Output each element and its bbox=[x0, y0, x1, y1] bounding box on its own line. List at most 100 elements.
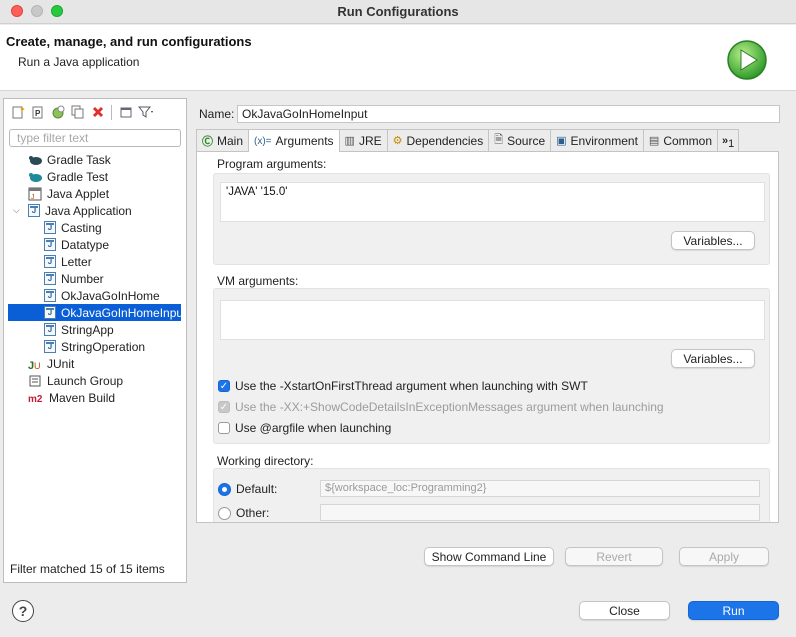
title-bar: Run Configurations bbox=[0, 0, 796, 24]
program-variables-button[interactable]: Variables... bbox=[671, 231, 755, 250]
chevron-down-icon[interactable]: ⌵ bbox=[13, 205, 20, 216]
tree-item-label: Letter bbox=[61, 254, 92, 269]
working-dir-label: Working directory: bbox=[217, 454, 314, 468]
new-prototype-icon: P bbox=[32, 106, 42, 119]
java-class-icon: J bbox=[44, 289, 56, 302]
tree-item-label: Launch Group bbox=[47, 373, 124, 388]
tab-label: Main bbox=[217, 133, 244, 148]
other-dir-field[interactable] bbox=[320, 504, 760, 521]
show-command-line-button[interactable]: Show Command Line bbox=[424, 547, 554, 566]
environment-tab-icon: ▣ bbox=[556, 135, 567, 147]
working-dir-group: Default: ${workspace_loc:Programming2} O… bbox=[213, 468, 770, 522]
gradle-test-icon bbox=[29, 172, 42, 182]
vm-variables-button[interactable]: Variables... bbox=[671, 349, 755, 368]
tree-item-launch-group[interactable]: Launch Group bbox=[4, 372, 186, 389]
config-editor: Name: Ⓒ Main (x)=Arguments ▥JRE ⚙Dependen… bbox=[193, 98, 787, 583]
new-prototype-button[interactable]: P bbox=[29, 104, 46, 121]
tree-item-junit[interactable]: JU JUnit bbox=[4, 355, 186, 372]
name-input[interactable] bbox=[237, 105, 780, 123]
java-class-icon: J bbox=[44, 255, 56, 268]
xstartonfirstthread-checkbox[interactable]: ✓ Use the -XstartOnFirstThread argument w… bbox=[218, 379, 588, 393]
tree-item-gradle-test[interactable]: Gradle Test bbox=[4, 168, 186, 185]
export-icon bbox=[52, 105, 64, 119]
tree-item-datatype[interactable]: J Datatype bbox=[4, 236, 186, 253]
delete-button[interactable] bbox=[89, 104, 106, 121]
tree-item-java-application[interactable]: ⌵ J Java Application bbox=[4, 202, 186, 219]
tree-item-gradle-task[interactable]: Gradle Task bbox=[4, 151, 186, 168]
checkbox-label: Use the -XstartOnFirstThread argument wh… bbox=[235, 379, 588, 393]
apply-button[interactable]: Apply bbox=[679, 547, 769, 566]
help-icon[interactable]: ? bbox=[12, 600, 34, 622]
run-banner-icon bbox=[727, 40, 767, 80]
java-app-icon: J bbox=[28, 204, 40, 217]
name-label: Name: bbox=[199, 107, 235, 121]
filter-input[interactable] bbox=[9, 129, 181, 147]
tab-dependencies[interactable]: ⚙ Dependencies bbox=[386, 129, 490, 151]
checkbox-label: Use the -XX:+ShowCodeDetailsInExceptionM… bbox=[235, 400, 664, 414]
tree-item-okjavagoinhomeinput[interactable]: J OkJavaGoInHomeInput bbox=[8, 304, 181, 321]
collapse-icon bbox=[120, 107, 131, 118]
tree-item-label: OkJavaGoInHomeInput bbox=[61, 305, 181, 320]
close-button[interactable]: Close bbox=[579, 601, 670, 620]
checkbox-box bbox=[218, 422, 230, 434]
argfile-checkbox[interactable]: Use @argfile when launching bbox=[218, 421, 391, 435]
tab-overflow[interactable]: » 1 bbox=[717, 129, 740, 151]
collapse-all-button[interactable] bbox=[117, 104, 134, 121]
toolbar-separator bbox=[111, 104, 112, 120]
tab-source[interactable]: 🗎 Source bbox=[488, 129, 552, 151]
tree-item-label: Number bbox=[61, 271, 104, 286]
svg-text:✦: ✦ bbox=[19, 105, 25, 114]
radio-label: Other: bbox=[236, 506, 270, 520]
tree-item-label: OkJavaGoInHome bbox=[61, 288, 160, 303]
tree-item-number[interactable]: J Number bbox=[4, 270, 186, 287]
arguments-panel: Program arguments: 'JAVA' '15.0' Variabl… bbox=[196, 151, 779, 523]
tab-label: Arguments bbox=[275, 134, 334, 148]
duplicate-button[interactable] bbox=[69, 104, 86, 121]
tree-item-java-applet[interactable]: J Java Applet bbox=[4, 185, 186, 202]
filter-button[interactable] bbox=[137, 104, 154, 121]
tab-label: Source bbox=[507, 133, 546, 148]
default-dir-radio[interactable]: Default: bbox=[218, 482, 277, 496]
tree-item-letter[interactable]: J Letter bbox=[4, 253, 186, 270]
checkmark-icon: ✓ bbox=[218, 380, 230, 392]
svg-text:m2: m2 bbox=[28, 394, 43, 405]
left-toolbar: ✦ P bbox=[9, 103, 154, 121]
tree-item-stringapp[interactable]: J StringApp bbox=[4, 321, 186, 338]
dialog-header: Create, manage, and run configurations R… bbox=[0, 25, 796, 91]
run-button[interactable]: Run bbox=[688, 601, 779, 620]
tab-environment[interactable]: ▣ Environment bbox=[550, 129, 644, 151]
launch-group-icon bbox=[29, 375, 41, 386]
tree-item-stringoperation[interactable]: J StringOperation bbox=[4, 338, 186, 355]
other-dir-radio[interactable]: Other: bbox=[218, 506, 269, 520]
radio-dot bbox=[218, 482, 231, 496]
new-config-button[interactable]: ✦ bbox=[9, 104, 26, 121]
tree-item-okjavagoinhome[interactable]: J OkJavaGoInHome bbox=[4, 287, 186, 304]
tab-label: JRE bbox=[358, 133, 382, 148]
jre-tab-icon: ▥ bbox=[344, 135, 355, 147]
default-dir-field: ${workspace_loc:Programming2} bbox=[320, 480, 760, 497]
java-class-icon: J bbox=[44, 306, 56, 319]
program-args-group: 'JAVA' '15.0' Variables... bbox=[213, 173, 770, 265]
java-class-icon: J bbox=[44, 272, 56, 285]
svg-text:U: U bbox=[34, 361, 41, 371]
program-args-textarea[interactable]: 'JAVA' '15.0' bbox=[220, 182, 765, 222]
java-applet-icon: J bbox=[28, 187, 42, 201]
revert-button[interactable]: Revert bbox=[565, 547, 663, 566]
config-tabs: Ⓒ Main (x)= Arguments ▥ JRE ⚙ Dependencies 🗎… bbox=[196, 129, 779, 152]
tab-common[interactable]: ▤ Common bbox=[642, 129, 718, 151]
svg-text:J: J bbox=[31, 194, 35, 201]
source-tab-icon: 🗎 bbox=[494, 134, 504, 146]
tab-arguments[interactable]: (x)= Arguments bbox=[248, 129, 340, 152]
tree-item-casting[interactable]: J Casting bbox=[4, 219, 186, 236]
tab-main[interactable]: Ⓒ Main bbox=[196, 129, 250, 151]
export-button[interactable] bbox=[49, 104, 66, 121]
tree-item-label: Datatype bbox=[61, 237, 110, 252]
radio-dot bbox=[218, 506, 231, 520]
java-class-icon: J bbox=[44, 221, 56, 234]
main-tab-icon: Ⓒ bbox=[202, 135, 213, 148]
tree-item-label: JUnit bbox=[47, 356, 75, 371]
vm-args-textarea[interactable] bbox=[220, 300, 765, 340]
gradle-task-icon bbox=[29, 155, 42, 165]
tab-jre[interactable]: ▥ JRE bbox=[338, 129, 388, 151]
tree-item-maven-build[interactable]: m2 Maven Build bbox=[4, 389, 186, 406]
